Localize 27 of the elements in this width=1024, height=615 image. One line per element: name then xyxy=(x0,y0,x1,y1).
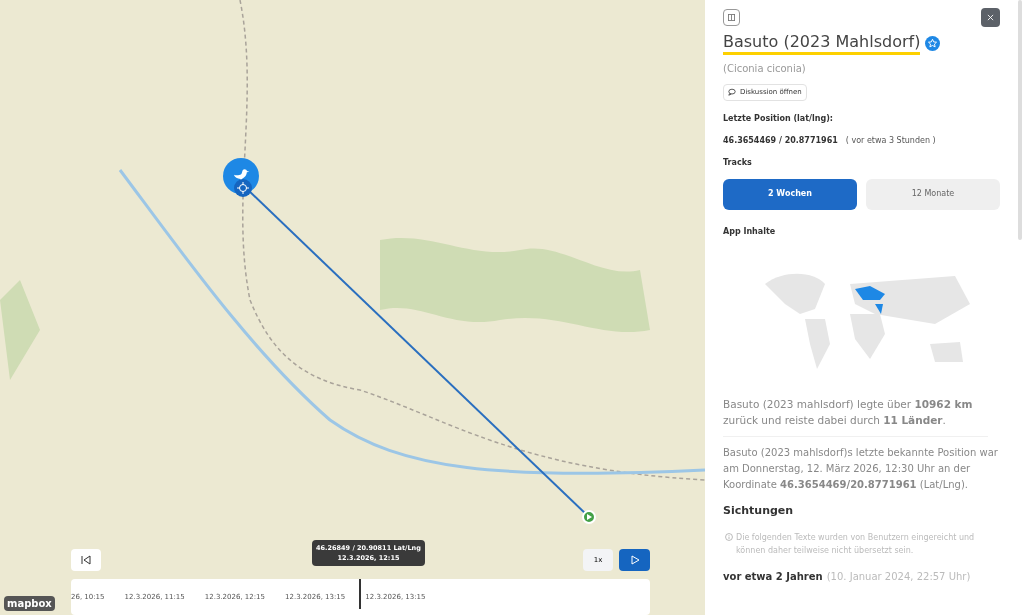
panel-toggle-button[interactable] xyxy=(723,9,740,26)
sighting-date: (10. Januar 2024, 22:57 Uhr) xyxy=(826,570,971,584)
sighting-age: vor etwa 2 Jahren xyxy=(723,570,823,584)
play-button[interactable] xyxy=(619,549,650,571)
attribution-logo[interactable]: mapbox xyxy=(4,596,55,611)
star-badge-icon[interactable] xyxy=(925,36,941,51)
info-icon xyxy=(725,533,733,541)
position-label: Letzte Position (lat/lng): xyxy=(723,112,834,125)
sightings-heading: Sichtungen xyxy=(723,502,795,519)
last-position-text: Basuto (2023 mahlsdorf)s letzte bekannte Position war am Donnerstag, 12. März 2026, 12:30 Uhr an der Koordinate 46.3654469/20.8771961 (Lat/Lng). xyxy=(723,445,999,492)
skip-back-button[interactable] xyxy=(71,549,101,571)
chat-icon xyxy=(728,88,736,97)
distance-summary: Basuto (2023 mahlsdorf) legte über 10962 km zurück und reiste dabei durch 11 Länder. xyxy=(723,396,974,428)
track-tab[interactable]: 2 Wochen xyxy=(723,178,857,210)
close-button[interactable] xyxy=(981,8,1000,27)
bird-title: Basuto (2023 Mahlsdorf) xyxy=(723,32,921,55)
scrollbar[interactable] xyxy=(1018,0,1022,240)
close-icon xyxy=(987,14,994,21)
panel-icon xyxy=(728,14,735,21)
position-value: 46.3654469 / 20.8771961 xyxy=(723,134,838,147)
tracks-label: Tracks xyxy=(723,156,753,169)
species-name: (Ciconia ciconia) xyxy=(723,62,807,76)
app-content-label: App Inhalte xyxy=(723,225,777,238)
skip-back-icon xyxy=(80,554,92,566)
play-icon xyxy=(628,554,641,566)
position-age: ( vor etwa 3 Stunden ) xyxy=(845,134,936,147)
track-tab[interactable]: 12 Monate xyxy=(866,178,1000,210)
